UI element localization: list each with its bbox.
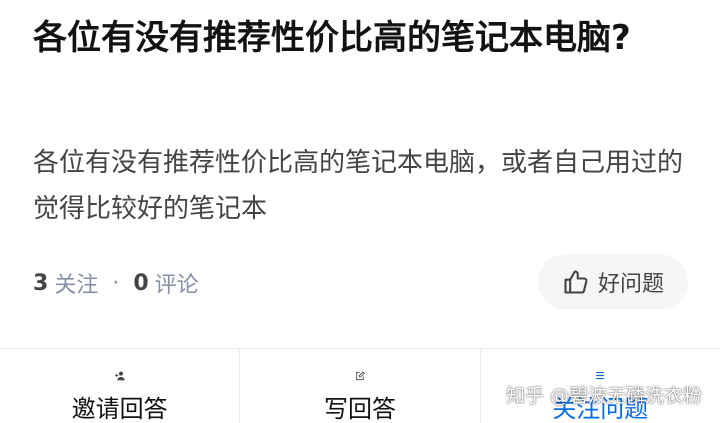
good-question-label: 好问题 bbox=[597, 272, 664, 297]
follow-label[interactable]: 关注 bbox=[54, 267, 98, 299]
edit-icon bbox=[356, 371, 365, 381]
question-title: 各位有没有推荐性价比高的笔记本电脑? bbox=[33, 18, 631, 58]
follow-count: 3 bbox=[33, 270, 49, 296]
question-meta: 3 关注 · 0 评论 bbox=[33, 266, 199, 300]
comment-count: 0 bbox=[133, 270, 149, 296]
invite-answer-button[interactable]: 邀请回答 bbox=[0, 349, 239, 423]
question-page: 各位有没有推荐性价比高的笔记本电脑? 各位有没有推荐性价比高的笔记本电脑，或者自… bbox=[0, 0, 720, 423]
question-detail: 各位有没有推荐性价比高的笔记本电脑，或者自己用过的觉得比较好的笔记本 bbox=[33, 148, 684, 224]
watermark: 知乎 @碧波无磷洗衣粉 bbox=[505, 385, 702, 407]
meta-separator: · bbox=[112, 270, 120, 296]
list-icon bbox=[596, 372, 605, 380]
good-question-button[interactable]: 好问题 bbox=[538, 254, 688, 310]
thumbs-up-icon bbox=[564, 270, 588, 294]
write-answer-button[interactable]: 写回答 bbox=[239, 349, 479, 423]
add-user-icon bbox=[114, 371, 125, 381]
write-answer-label: 写回答 bbox=[323, 395, 396, 423]
comment-label[interactable]: 评论 bbox=[155, 267, 199, 299]
invite-answer-label: 邀请回答 bbox=[71, 395, 168, 423]
